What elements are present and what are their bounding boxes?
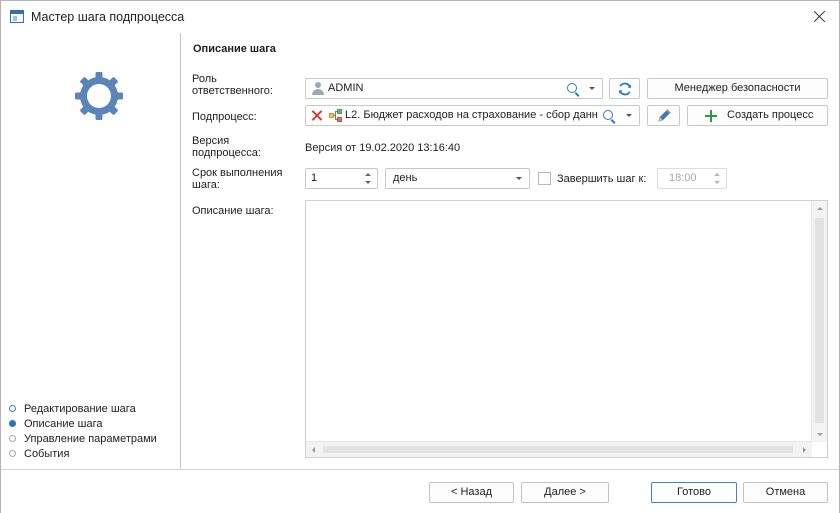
scroll-thumb[interactable] [323, 446, 793, 453]
deadline-unit-select[interactable]: день [385, 168, 530, 189]
finish-time-field[interactable]: 18:00 [657, 168, 727, 189]
wizard-steps: Редактирование шага Описание шага Управл… [9, 401, 157, 461]
scroll-thumb[interactable] [815, 218, 824, 423]
description-label: Описание шага: [192, 205, 274, 217]
chevron-down-icon[interactable] [516, 177, 522, 180]
wizard-footer: < Назад Далее > Готово Отмена [1, 469, 839, 513]
spin-up-icon[interactable] [714, 173, 720, 176]
step-label: События [24, 447, 70, 460]
description-textarea[interactable] [305, 200, 828, 458]
role-label: Роль ответственного: [192, 73, 273, 97]
subprocess-combobox[interactable]: L2. Бюджет расходов на страхование - сбо… [305, 105, 640, 126]
scroll-up-icon[interactable] [817, 207, 823, 210]
process-icon [329, 109, 342, 122]
window-app-icon [10, 10, 24, 23]
chevron-down-icon[interactable] [589, 87, 595, 90]
clear-icon[interactable] [310, 109, 323, 122]
version-value: Версия от 19.02.2020 13:16:40 [305, 142, 461, 154]
finish-step-label: Завершить шаг к: [557, 173, 647, 185]
step-label: Управление параметрами [24, 432, 157, 445]
deadline-stepper[interactable]: 1 [305, 168, 378, 189]
spin-up-icon[interactable] [365, 173, 371, 176]
step-dot-icon [9, 405, 16, 412]
create-process-button[interactable]: Создать процесс [687, 105, 828, 126]
step-dot-active-icon [9, 420, 16, 427]
role-value: ADMIN [328, 82, 364, 94]
deadline-label: Срок выполнения шага: [192, 167, 283, 191]
cancel-button[interactable]: Отмена [743, 482, 828, 503]
finish-step-checkbox[interactable] [538, 172, 551, 185]
spin-down-icon[interactable] [365, 181, 371, 184]
step-description[interactable]: Описание шага [9, 416, 157, 431]
finish-time-value: 18:00 [669, 172, 697, 184]
spin-down-icon[interactable] [714, 181, 720, 184]
subprocess-label: Подпроцесс: [192, 111, 257, 123]
next-button[interactable]: Далее > [521, 482, 609, 503]
step-parameters[interactable]: Управление параметрами [9, 431, 157, 446]
subprocess-value: L2. Бюджет расходов на страхование - сбо… [345, 109, 598, 121]
version-label: Версия подпроцесса: [192, 135, 261, 159]
security-manager-button[interactable]: Менеджер безопасности [647, 78, 828, 99]
create-process-label: Создать процесс [727, 109, 814, 121]
deadline-value: 1 [311, 172, 318, 184]
title-bar: Мастер шага подпроцесса [1, 1, 839, 33]
window-title: Мастер шага подпроцесса [31, 10, 185, 24]
scroll-right-icon[interactable] [803, 447, 806, 453]
pencil-icon [658, 109, 671, 122]
done-button[interactable]: Готово [651, 482, 737, 503]
step-label: Редактирование шага [24, 402, 136, 415]
wizard-window: Мастер шага подпроцесса Редактирование ш… [0, 0, 840, 513]
user-icon [312, 82, 324, 95]
step-edit[interactable]: Редактирование шага [9, 401, 157, 416]
search-icon[interactable] [603, 110, 613, 120]
wizard-sidebar: Редактирование шага Описание шага Управл… [1, 33, 181, 469]
step-dot-icon [9, 435, 16, 442]
deadline-unit-value: день [393, 172, 418, 184]
gear-icon [75, 72, 123, 120]
search-icon[interactable] [567, 83, 577, 93]
step-label: Описание шага [24, 417, 103, 430]
back-button[interactable]: < Назад [429, 482, 514, 503]
plus-icon [705, 110, 717, 122]
refresh-icon [619, 82, 631, 96]
scroll-down-icon[interactable] [817, 433, 823, 436]
chevron-down-icon[interactable] [626, 114, 632, 117]
scroll-left-icon[interactable] [312, 447, 315, 453]
edit-process-button[interactable] [647, 105, 680, 126]
vertical-scrollbar[interactable] [811, 201, 827, 442]
role-combobox[interactable]: ADMIN [305, 78, 603, 99]
refresh-button[interactable] [609, 78, 640, 99]
step-dot-icon [9, 450, 16, 457]
section-heading: Описание шага [193, 43, 276, 55]
close-icon[interactable] [809, 6, 831, 28]
horizontal-scrollbar[interactable] [306, 441, 812, 457]
step-events[interactable]: События [9, 446, 157, 461]
